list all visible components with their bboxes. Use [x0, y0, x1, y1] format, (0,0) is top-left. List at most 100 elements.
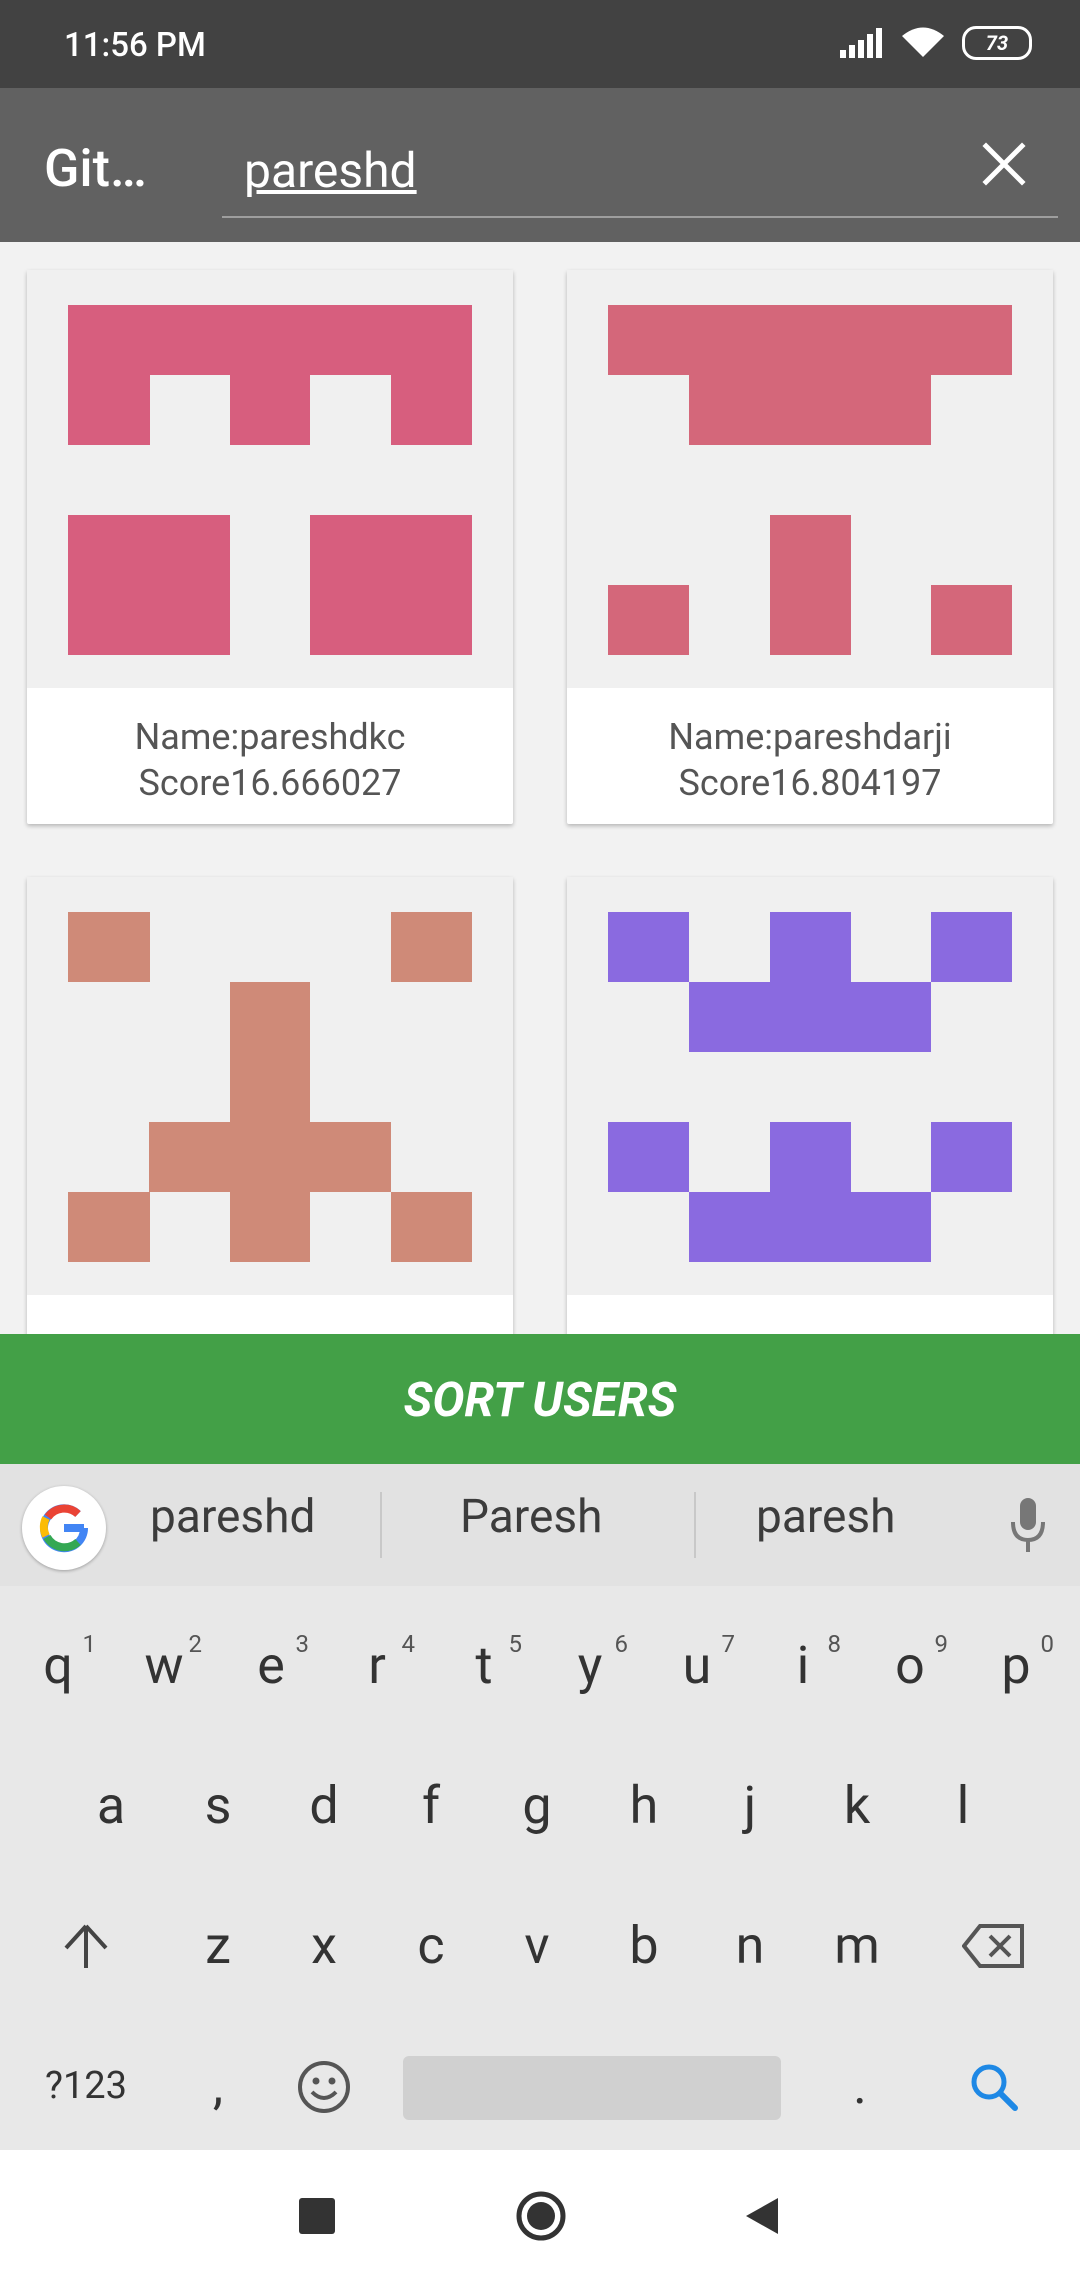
key-s[interactable]: s: [168, 1746, 268, 1866]
battery-icon: 73: [962, 26, 1032, 60]
keyboard-row: ?123 , .: [0, 2026, 1080, 2166]
key-n[interactable]: n: [700, 1886, 800, 2006]
identicon-avatar: [27, 270, 513, 688]
status-bar: 11:56 PM 73: [0, 0, 1080, 88]
emoji-key[interactable]: [274, 2026, 374, 2146]
key-x[interactable]: x: [274, 1886, 374, 2006]
close-icon[interactable]: [980, 140, 1028, 188]
search-key[interactable]: [944, 2026, 1044, 2146]
soft-keyboard: pareshd Paresh paresh q1 w2 e3 r4 t5 y6 …: [0, 1464, 1080, 2150]
key-z[interactable]: z: [168, 1886, 268, 2006]
period-key[interactable]: .: [810, 2026, 910, 2146]
key-hint: 9: [934, 1630, 949, 1658]
shift-arrow-icon: [64, 1924, 108, 1968]
status-time: 11:56 PM: [64, 26, 206, 65]
recents-icon[interactable]: [295, 2194, 339, 2238]
key-hint: 5: [508, 1630, 523, 1658]
key-hint: 2: [188, 1630, 203, 1658]
key-label: r: [368, 1635, 386, 1696]
key-d[interactable]: d: [274, 1746, 374, 1866]
key-y[interactable]: y6: [540, 1606, 640, 1726]
wifi-icon: [902, 27, 944, 57]
key-label: t: [475, 1635, 493, 1696]
user-card[interactable]: Name:pareshdarji Score16.804197: [567, 270, 1053, 824]
key-label: p: [1001, 1635, 1031, 1696]
key-l[interactable]: l: [913, 1746, 1013, 1866]
user-card[interactable]: [27, 877, 513, 1334]
user-name: Name:pareshdkc: [134, 716, 406, 758]
key-label: o: [895, 1635, 925, 1696]
google-icon[interactable]: [22, 1486, 106, 1570]
shift-key[interactable]: [36, 1886, 136, 2006]
emoji-icon: [298, 2061, 350, 2113]
home-icon[interactable]: [515, 2190, 567, 2242]
key-q[interactable]: q1: [8, 1606, 108, 1726]
key-f[interactable]: f: [381, 1746, 481, 1866]
key-c[interactable]: c: [381, 1886, 481, 2006]
backspace-icon: [961, 1924, 1024, 1968]
key-e[interactable]: e3: [221, 1606, 321, 1726]
key-r[interactable]: r4: [327, 1606, 427, 1726]
key-a[interactable]: a: [61, 1746, 161, 1866]
key-label: w: [144, 1635, 184, 1696]
space-key[interactable]: [403, 2026, 781, 2146]
suggestion-item[interactable]: paresh: [756, 1490, 895, 1544]
card-info: Name:pareshdkc Score16.666027: [27, 688, 513, 824]
identicon-avatar: [567, 877, 1053, 1295]
search-query[interactable]: pareshd: [244, 142, 417, 199]
key-label: e: [257, 1635, 285, 1696]
suggestion-strip: pareshd Paresh paresh: [0, 1464, 1080, 1586]
backspace-key[interactable]: [944, 1886, 1044, 2006]
key-hint: 4: [401, 1630, 416, 1658]
suggestion-item[interactable]: Paresh: [460, 1490, 602, 1544]
key-hint: 8: [827, 1630, 842, 1658]
app-bar: Git… pareshd: [0, 88, 1080, 242]
key-hint: 3: [295, 1630, 310, 1658]
card-info: Name:pareshdarji Score16.804197: [567, 688, 1053, 824]
user-score: Score16.666027: [138, 762, 402, 804]
key-hint: 0: [1040, 1630, 1055, 1658]
key-j[interactable]: j: [700, 1746, 800, 1866]
key-hint: 6: [614, 1630, 629, 1658]
key-t[interactable]: t5: [434, 1606, 534, 1726]
navigation-bar: [0, 2150, 1080, 2280]
key-k[interactable]: k: [807, 1746, 907, 1866]
key-p[interactable]: p0: [966, 1606, 1066, 1726]
user-name: Name:pareshdarji: [668, 716, 952, 758]
card-info: [567, 1295, 1053, 1334]
key-hint: 1: [82, 1630, 97, 1658]
key-label: u: [682, 1635, 712, 1696]
key-m[interactable]: m: [807, 1886, 907, 2006]
key-u[interactable]: u7: [647, 1606, 747, 1726]
comma-key[interactable]: ,: [168, 2026, 268, 2146]
user-grid: Name:pareshdkc Score16.666027 Name:pares…: [0, 242, 1080, 1334]
key-w[interactable]: w2: [114, 1606, 214, 1726]
identicon-avatar: [27, 877, 513, 1295]
keyboard-row: z x c v b n m: [0, 1886, 1080, 2026]
user-score: Score16.804197: [678, 762, 942, 804]
suggestion-item[interactable]: pareshd: [150, 1490, 315, 1544]
user-card[interactable]: [567, 877, 1053, 1334]
spacebar: [403, 2056, 781, 2120]
key-label: y: [577, 1635, 603, 1696]
key-b[interactable]: b: [594, 1886, 694, 2006]
user-card[interactable]: Name:pareshdkc Score16.666027: [27, 270, 513, 824]
key-v[interactable]: v: [487, 1886, 587, 2006]
search-icon: [971, 2064, 1018, 2111]
microphone-icon[interactable]: [1010, 1498, 1046, 1554]
back-icon[interactable]: [740, 2194, 784, 2238]
signal-icon: [840, 28, 882, 58]
sort-users-button[interactable]: SORT USERS: [0, 1334, 1080, 1464]
key-label: q: [43, 1635, 73, 1696]
key-hint: 7: [721, 1630, 736, 1658]
key-h[interactable]: h: [594, 1746, 694, 1866]
key-g[interactable]: g: [487, 1746, 587, 1866]
divider: [694, 1492, 696, 1558]
keyboard-row: q1 w2 e3 r4 t5 y6 u7 i8 o9 p0: [0, 1606, 1080, 1746]
key-label: i: [796, 1635, 810, 1696]
key-i[interactable]: i8: [753, 1606, 853, 1726]
divider: [380, 1492, 382, 1558]
search-input[interactable]: pareshd: [222, 128, 1058, 218]
symbols-key[interactable]: ?123: [36, 2026, 136, 2146]
key-o[interactable]: o9: [860, 1606, 960, 1726]
